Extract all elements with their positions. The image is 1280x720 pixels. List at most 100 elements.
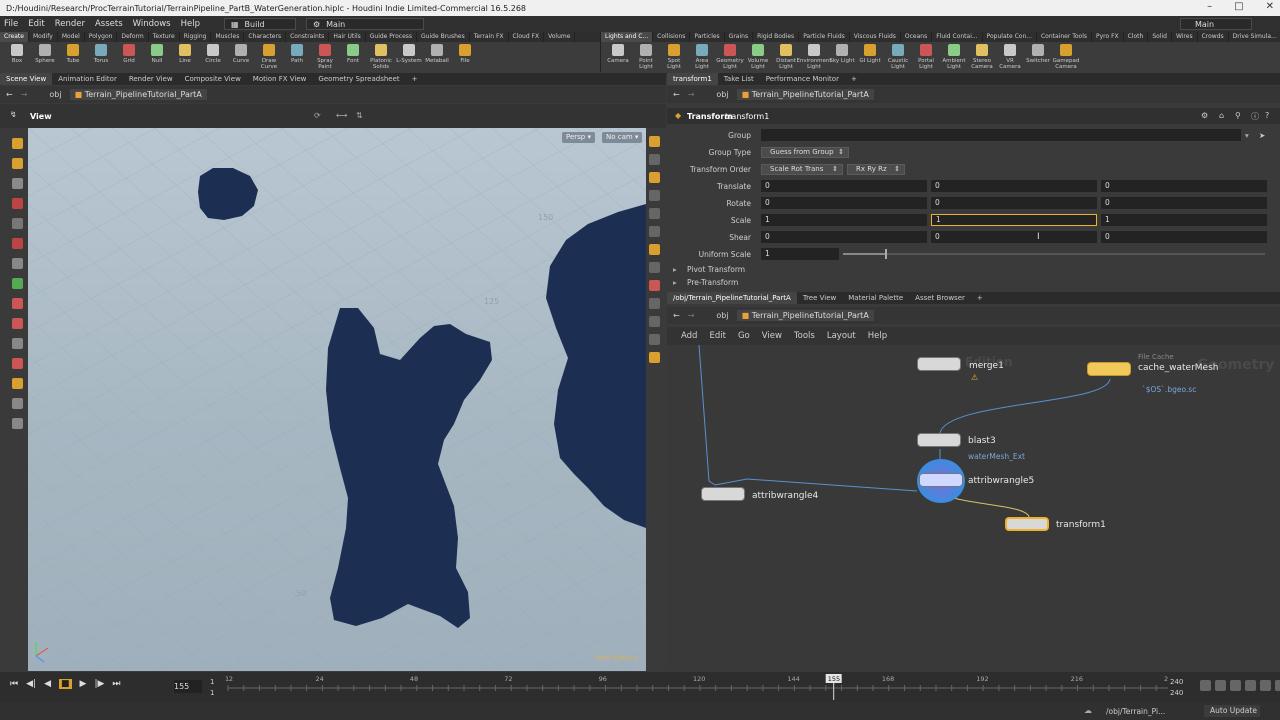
play-icon[interactable]: ▶ <box>80 679 87 689</box>
transform-node[interactable] <box>1005 517 1049 531</box>
right-path-context[interactable]: obj <box>716 90 728 99</box>
scene-viewport[interactable]: 150 125 50 Persp ▾ No cam ▾ Indie Editio… <box>28 128 646 671</box>
lock-icon[interactable] <box>648 154 660 165</box>
add-tab-icon[interactable]: + <box>406 73 424 85</box>
shelf-tab-guide-process[interactable]: Guide Process <box>366 32 418 42</box>
camera-icon[interactable] <box>648 352 660 363</box>
bg-icon[interactable] <box>648 298 660 309</box>
shear-y-field[interactable]: 0 <box>931 231 1097 243</box>
tool-portal-light[interactable]: Portal Light <box>913 44 939 70</box>
tool-circle[interactable]: Circle <box>200 44 226 70</box>
main-dropdown[interactable]: ⚙ Main <box>305 18 424 30</box>
shear-x-field[interactable]: 0 <box>761 231 927 243</box>
ghost-icon[interactable] <box>648 172 660 183</box>
cache-node[interactable] <box>1087 362 1131 376</box>
shelf-tab-solid[interactable]: Solid <box>1148 32 1172 42</box>
shelf-tab-texture[interactable]: Texture <box>149 32 180 42</box>
rotate-x-field[interactable]: 0 <box>761 197 927 209</box>
shelf-tab-grains[interactable]: Grains <box>725 32 754 42</box>
texture-icon[interactable] <box>648 280 660 291</box>
tool-metaball[interactable]: Metaball <box>424 44 450 70</box>
sculpt-icon[interactable] <box>11 358 23 369</box>
rotation-order-menu[interactable]: Rx Ry Rz ⇕ <box>847 163 905 175</box>
current-frame-field[interactable] <box>174 680 202 693</box>
tool-area-light[interactable]: Area Light <box>689 44 715 70</box>
menu-help[interactable]: Help <box>181 19 200 29</box>
audio-icon[interactable] <box>1215 680 1226 691</box>
point-display-icon[interactable] <box>648 208 660 219</box>
magnet-icon[interactable] <box>11 298 23 309</box>
tool-sky-light[interactable]: Sky Light <box>829 44 855 70</box>
group-field[interactable] <box>761 129 1241 141</box>
close-icon[interactable]: ✕ <box>1266 1 1274 12</box>
search-icon[interactable]: ⚲ <box>1235 111 1241 120</box>
shelf-tab-cloth[interactable]: Cloth <box>1124 32 1149 42</box>
tool-switcher[interactable]: Switcher <box>1025 44 1051 70</box>
select-arrow-icon[interactable]: ➤ <box>1259 131 1265 140</box>
guide-icon[interactable] <box>648 316 660 327</box>
shelf-tab-modify[interactable]: Modify <box>29 32 58 42</box>
tab-transform1[interactable]: transform1 <box>667 73 718 85</box>
shelf-tab-crowds[interactable]: Crowds <box>1198 32 1229 42</box>
end-frame-2[interactable]: 240 <box>1170 689 1183 697</box>
shelf-tab-particle-fluids[interactable]: Particle Fluids <box>799 32 850 42</box>
group-type-menu[interactable]: Guess from Group ⇕ <box>761 146 849 158</box>
forward-arrow-icon[interactable]: → <box>688 90 695 99</box>
gear-icon[interactable]: ⚙ <box>1201 111 1208 120</box>
net-menu-layout[interactable]: Layout <box>827 331 856 341</box>
display-shaded-icon[interactable] <box>648 136 660 147</box>
attribwrangle5-node[interactable] <box>919 473 963 487</box>
tool-caustic-light[interactable]: Caustic Light <box>885 44 911 70</box>
shelf-tab-model[interactable]: Model <box>58 32 85 42</box>
pan-icon[interactable]: ⟷ <box>336 111 347 120</box>
tab-motion-fx-view[interactable]: Motion FX View <box>247 73 313 85</box>
shelf-tab-cloud-fx[interactable]: Cloud FX <box>509 32 545 42</box>
tool-l-system[interactable]: L-System <box>396 44 422 70</box>
add-tab-icon[interactable]: + <box>845 73 863 85</box>
translate-x-field[interactable]: 0 <box>761 180 927 192</box>
uniform-scale-slider[interactable] <box>843 249 1265 259</box>
shelf-tab-rigid-bodies[interactable]: Rigid Bodies <box>753 32 800 42</box>
key-icon[interactable] <box>1200 680 1211 691</box>
fps-icon[interactable] <box>1275 680 1280 691</box>
shelf-tab-lights-and-c[interactable]: Lights and C... <box>601 32 654 42</box>
tool-geometry-light[interactable]: Geometry Light <box>716 44 744 70</box>
shelf-tab-wires[interactable]: Wires <box>1172 32 1198 42</box>
template-icon[interactable] <box>648 244 660 255</box>
group-dropdown-icon[interactable]: ▾ <box>1245 131 1249 140</box>
transform-tool-icon[interactable] <box>11 158 23 169</box>
view-tool-icon[interactable] <box>11 218 23 229</box>
handle-tool-icon[interactable] <box>11 198 23 209</box>
render-region-icon[interactable] <box>11 238 23 249</box>
tool-vr-camera[interactable]: VR Camera <box>997 44 1023 70</box>
start-frame[interactable]: 1 <box>210 678 214 686</box>
shelf-tab-pyro-fx[interactable]: Pyro FX <box>1092 32 1124 42</box>
tab-material-palette[interactable]: Material Palette <box>842 292 909 304</box>
tool-torus[interactable]: Torus <box>88 44 114 70</box>
tool-gi-light[interactable]: GI Light <box>857 44 883 70</box>
jump-end-icon[interactable]: ⏭ <box>112 679 120 689</box>
tool-camera[interactable]: Camera <box>605 44 631 70</box>
tool-curve[interactable]: Curve <box>228 44 254 70</box>
shelf-tab-polygon[interactable]: Polygon <box>85 32 118 42</box>
main-right-dropdown[interactable]: Main <box>1180 18 1252 30</box>
net-menu-go[interactable]: Go <box>738 331 750 341</box>
maximize-icon[interactable]: □ <box>1234 1 1243 12</box>
tool-volume-light[interactable]: Volume Light <box>745 44 771 70</box>
uniform-scale-knob[interactable] <box>885 249 888 259</box>
tool-environment-light[interactable]: Environment Light <box>796 44 832 70</box>
select-tool-icon[interactable] <box>11 138 23 149</box>
jump-start-icon[interactable]: ⏮ <box>10 679 18 689</box>
tool-platonic-solids[interactable]: Platonic Solids <box>368 44 394 70</box>
tool-tube[interactable]: Tube <box>60 44 86 70</box>
tumble-icon[interactable]: ⟳ <box>314 111 321 120</box>
normal-display-icon[interactable] <box>648 226 660 237</box>
net-menu-tools[interactable]: Tools <box>794 331 815 341</box>
scale-y-field[interactable]: 1 <box>931 214 1097 226</box>
persp-menu[interactable]: Persp ▾ <box>562 132 595 143</box>
menu-windows[interactable]: Windows <box>133 19 171 29</box>
shelf-tab-collisions[interactable]: Collisions <box>653 32 691 42</box>
play-reverse-icon[interactable]: ◀ <box>44 679 51 689</box>
net-path-context[interactable]: obj <box>716 311 728 320</box>
uniform-scale-field[interactable]: 1 <box>761 248 839 260</box>
